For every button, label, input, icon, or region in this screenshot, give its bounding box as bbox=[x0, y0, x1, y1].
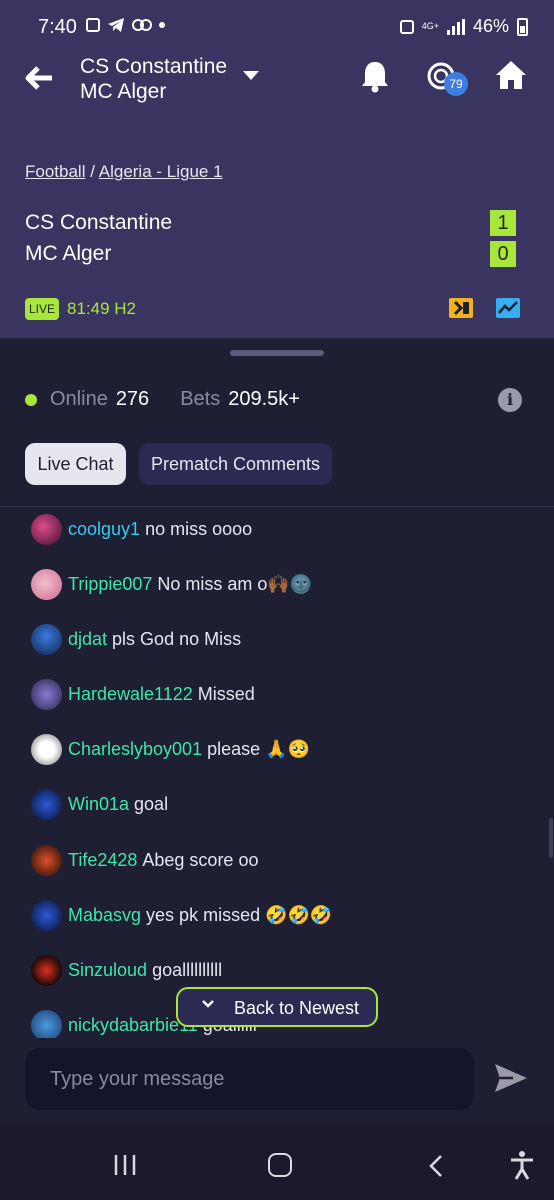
live-badge: LIVE bbox=[25, 298, 60, 320]
status-time: 7:40 bbox=[38, 16, 77, 38]
nav-home-icon[interactable] bbox=[268, 1153, 292, 1177]
avatar[interactable] bbox=[31, 788, 62, 820]
back-to-newest-button[interactable]: Back to Newest bbox=[176, 987, 378, 1027]
chat-username[interactable]: Win01a bbox=[68, 794, 129, 815]
away-score: 0 bbox=[490, 241, 516, 267]
chat-username[interactable]: Mabasvg bbox=[68, 905, 141, 926]
breadcrumb-separator: / bbox=[90, 162, 95, 181]
more-notifications-dot bbox=[159, 22, 165, 28]
back-arrow-icon[interactable] bbox=[22, 62, 58, 94]
tab-prematch-comments[interactable]: Prematch Comments bbox=[139, 443, 332, 485]
chat-message: djdat pls God no Miss bbox=[31, 623, 241, 655]
info-icon[interactable]: i bbox=[498, 388, 522, 412]
chat-text: please 🙏🥺 bbox=[207, 738, 310, 759]
data-saver-icon bbox=[399, 19, 414, 34]
chat-username[interactable]: djdat bbox=[68, 629, 107, 650]
chat-stats: Online 276 Bets 209.5k+ bbox=[25, 388, 300, 411]
sheet-drag-handle[interactable] bbox=[230, 350, 324, 356]
chat-message: Hardewale1122 Missed bbox=[31, 678, 255, 710]
chat-scrollbar[interactable] bbox=[549, 818, 553, 858]
breadcrumb-sport[interactable]: Football bbox=[25, 162, 85, 181]
avatar[interactable] bbox=[31, 513, 62, 545]
match-clock: 81:49 H2 bbox=[67, 299, 136, 318]
app-bar: CS Constantine MC Alger 79 bbox=[0, 54, 554, 108]
tabs-divider bbox=[0, 506, 554, 507]
away-team-name: MC Alger bbox=[25, 242, 112, 265]
system-icons: 4G+ 46% bbox=[399, 16, 528, 37]
chat-username[interactable]: Trippie007 bbox=[68, 574, 152, 595]
chat-username[interactable]: coolguy1 bbox=[68, 519, 140, 540]
recents-icon[interactable] bbox=[113, 1154, 137, 1176]
chat-text: goallllllllll bbox=[152, 959, 223, 980]
chat-text: no miss oooo bbox=[145, 518, 253, 539]
chat-message: Trippie007 No miss am o🙌🏾🌚 bbox=[31, 568, 312, 600]
chat-username[interactable]: Charleslyboy001 bbox=[68, 739, 202, 760]
send-icon[interactable] bbox=[493, 1060, 529, 1096]
statistics-icon[interactable] bbox=[495, 297, 521, 319]
avatar[interactable] bbox=[31, 623, 62, 655]
chat-message-list[interactable]: coolguy1 no miss oooo Trippie007 No miss… bbox=[0, 508, 554, 1038]
online-label: Online bbox=[50, 388, 108, 410]
chat-username[interactable]: Sinzuloud bbox=[68, 960, 147, 981]
home-icon[interactable] bbox=[494, 58, 528, 92]
signal-icon bbox=[446, 18, 465, 35]
chat-message: coolguy1 no miss oooo bbox=[31, 513, 252, 545]
avatar[interactable] bbox=[31, 899, 62, 931]
nav-back-icon[interactable] bbox=[428, 1154, 444, 1178]
chat-message: Mabasvg yes pk missed 🤣🤣🤣 bbox=[31, 899, 332, 931]
chat-username[interactable]: Tife2428 bbox=[68, 850, 137, 871]
chat-message: Win01a goal bbox=[31, 788, 168, 820]
match-header: 7:40 4G+ 46% CS Constantine MC Alger 79 … bbox=[0, 0, 554, 338]
back-to-newest-label: Back to Newest bbox=[234, 998, 360, 1018]
match-title-line1: CS Constantine bbox=[80, 55, 228, 78]
chat-text: yes pk missed 🤣🤣🤣 bbox=[146, 904, 333, 925]
chat-text: goal bbox=[134, 793, 169, 814]
online-indicator-icon bbox=[25, 393, 37, 406]
chat-username[interactable]: Hardewale1122 bbox=[68, 684, 193, 705]
match-title-line2: MC Alger bbox=[80, 80, 167, 103]
system-navigation-bar bbox=[0, 1124, 554, 1200]
chat-message: Charleslyboy001 please 🙏🥺 bbox=[31, 733, 310, 765]
breadcrumb: Football / Algeria - Ligue 1 bbox=[25, 162, 223, 182]
home-score: 1 bbox=[490, 210, 516, 236]
chat-message: Tife2428 Abeg score oo bbox=[31, 844, 258, 876]
avatar[interactable] bbox=[31, 954, 62, 986]
chat-text: Missed bbox=[197, 683, 255, 704]
avatar[interactable] bbox=[31, 1009, 62, 1038]
bets-label: Bets bbox=[180, 388, 221, 410]
message-input[interactable]: Type your message bbox=[25, 1048, 474, 1110]
avatar[interactable] bbox=[31, 844, 62, 876]
home-team-name: CS Constantine bbox=[25, 211, 173, 234]
chevron-down-icon[interactable] bbox=[243, 71, 259, 80]
battery-icon bbox=[517, 17, 528, 36]
notification-app-icon bbox=[86, 18, 100, 32]
app-icon bbox=[132, 19, 152, 31]
chat-text: Abeg score oo bbox=[142, 849, 259, 870]
bets-count: 209.5k+ bbox=[228, 388, 300, 410]
online-count: 276 bbox=[115, 388, 150, 410]
chevron-down-icon bbox=[202, 1000, 214, 1008]
scoreboard-icon[interactable] bbox=[448, 297, 474, 319]
notification-icons bbox=[86, 17, 165, 33]
chat-text: pls God no Miss bbox=[112, 628, 242, 649]
breadcrumb-league[interactable]: Algeria - Ligue 1 bbox=[99, 162, 223, 181]
coin-count-badge: 79 bbox=[444, 72, 468, 96]
avatar[interactable] bbox=[31, 733, 62, 765]
tab-live-chat[interactable]: Live Chat bbox=[25, 443, 126, 485]
telegram-icon bbox=[108, 18, 124, 32]
status-bar: 7:40 4G+ 46% bbox=[0, 0, 554, 54]
chat-sheet: Online 276 Bets 209.5k+ i Live Chat Prem… bbox=[0, 338, 554, 1124]
avatar[interactable] bbox=[31, 568, 62, 600]
accessibility-icon[interactable] bbox=[508, 1150, 536, 1180]
avatar[interactable] bbox=[31, 678, 62, 710]
chat-message: Sinzuloud goallllllllll bbox=[31, 954, 222, 986]
battery-percent: 46% bbox=[472, 16, 509, 36]
match-selector[interactable]: CS Constantine MC Alger bbox=[80, 54, 227, 104]
chat-text: No miss am o🙌🏾🌚 bbox=[157, 573, 313, 594]
network-type: 4G+ bbox=[421, 21, 439, 31]
bell-icon[interactable] bbox=[358, 58, 392, 94]
